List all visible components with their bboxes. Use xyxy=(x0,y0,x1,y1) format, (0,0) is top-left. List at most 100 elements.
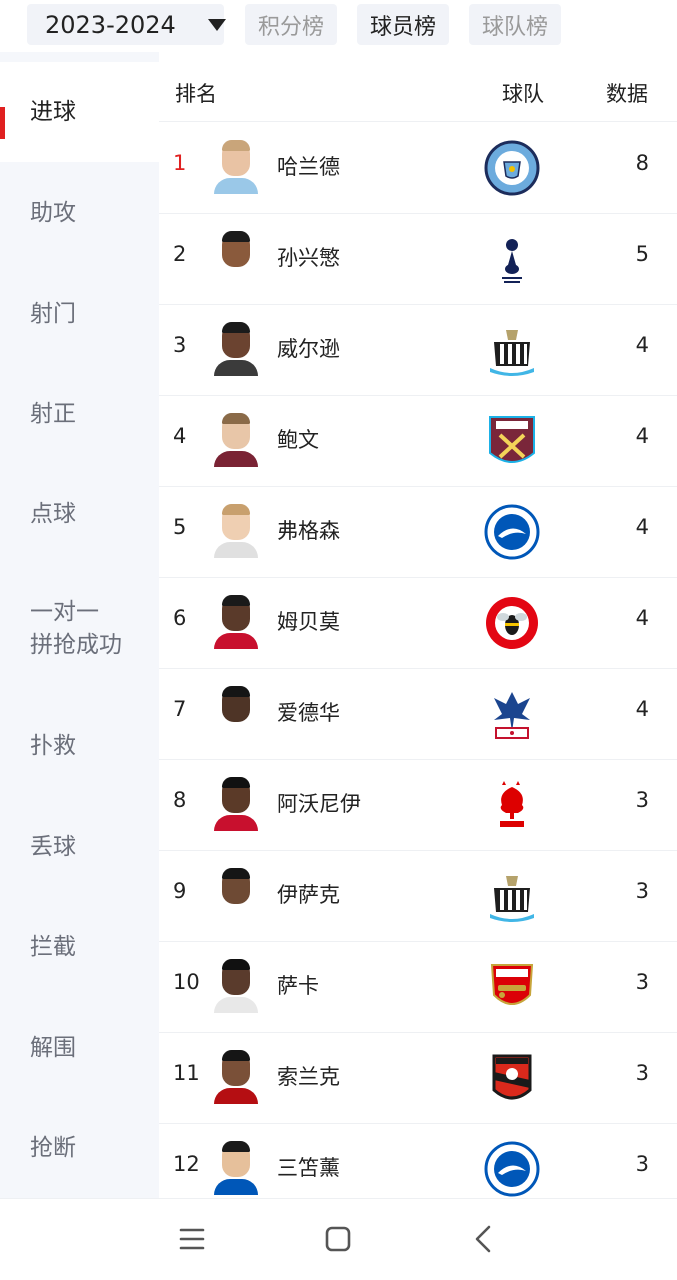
system-nav-bar xyxy=(0,1198,677,1280)
sidebar-item-duels-won[interactable]: 一对一 拼抢成功 xyxy=(0,579,159,679)
season-select[interactable]: 2023-2024 xyxy=(27,4,226,45)
table-row[interactable]: 5 弗格森 4 xyxy=(159,487,677,578)
table-row[interactable]: 1 哈兰德 8 xyxy=(159,123,677,214)
sidebar-item-goals[interactable]: 进球 xyxy=(0,62,159,162)
stat-value: 3 xyxy=(635,970,649,994)
sidebar-item-label: 点球 xyxy=(30,500,76,527)
sidebar-item-shots[interactable]: 射门 xyxy=(0,264,159,364)
sidebar-item-clearances[interactable]: 解围 xyxy=(0,998,159,1098)
stat-value: 3 xyxy=(635,788,649,812)
sidebar-item-goals-conceded[interactable]: 丢球 xyxy=(0,797,159,897)
player-name: 孙兴慜 xyxy=(277,246,340,270)
player-avatar xyxy=(214,504,258,558)
table-row[interactable]: 2 孙兴慜 5 xyxy=(159,214,677,305)
manchester-city-crest-icon xyxy=(484,140,540,196)
newcastle-crest-icon xyxy=(484,868,540,924)
sidebar-item-label: 助攻 xyxy=(30,199,76,226)
table-row[interactable]: 6 姆贝莫 4 xyxy=(159,578,677,669)
stat-value: 8 xyxy=(635,151,649,175)
header-rank: 排名 xyxy=(175,82,217,106)
sidebar-item-label: 扑救 xyxy=(30,732,76,759)
sidebar-item-assists[interactable]: 助攻 xyxy=(0,163,159,263)
season-label: 2023-2024 xyxy=(45,10,176,39)
player-ranking-table: 排名 球队 数据 1 哈兰德 8 2 孙兴慜 5 3 威尔逊 4 4 鲍文 4 5 弗格森 4 6 姆贝莫 4 7 爱… xyxy=(159,52,677,1198)
stat-value: 3 xyxy=(635,879,649,903)
brentford-crest-icon xyxy=(484,595,540,651)
player-avatar xyxy=(214,959,258,1013)
rank-number: 11 xyxy=(173,1061,200,1085)
tab-standings[interactable]: 积分榜 xyxy=(245,4,337,45)
sidebar-item-label: 丢球 xyxy=(30,833,76,860)
player-avatar xyxy=(214,1141,258,1195)
player-name: 三笘薰 xyxy=(277,1156,340,1180)
sidebar-item-interceptions[interactable]: 拦截 xyxy=(0,897,159,997)
sidebar-item-saves[interactable]: 扑救 xyxy=(0,696,159,796)
rank-number: 4 xyxy=(173,424,187,448)
rank-number: 7 xyxy=(173,697,187,721)
stat-value: 5 xyxy=(635,242,649,266)
sidebar-item-label: 射正 xyxy=(30,400,76,427)
sidebar-item-shots-on-target[interactable]: 射正 xyxy=(0,364,159,464)
newcastle-crest-icon xyxy=(484,322,540,378)
rank-number: 10 xyxy=(173,970,200,994)
menu-icon[interactable] xyxy=(174,1221,210,1257)
table-row[interactable]: 3 威尔逊 4 xyxy=(159,305,677,396)
table-row[interactable]: 7 爱德华 4 xyxy=(159,669,677,760)
sidebar-item-label: 抢断 xyxy=(30,1134,76,1161)
stat-value: 4 xyxy=(635,515,649,539)
table-row[interactable]: 4 鲍文 4 xyxy=(159,396,677,487)
sidebar-item-penalties[interactable]: 点球 xyxy=(0,464,159,564)
nottingham-forest-crest-icon xyxy=(484,777,540,833)
player-avatar xyxy=(214,140,258,194)
rank-number: 1 xyxy=(173,151,187,175)
sidebar-item-label: 进球 xyxy=(30,98,76,125)
player-avatar xyxy=(214,595,258,649)
player-name: 伊萨克 xyxy=(277,883,340,907)
table-row[interactable]: 11 索兰克 3 xyxy=(159,1033,677,1124)
tab-player-rankings[interactable]: 球员榜 xyxy=(357,4,449,45)
stat-category-sidebar: 进球 助攻 射门 射正 点球 一对一 拼抢成功 扑救 丢球 拦截 解围 抢断 xyxy=(0,52,159,1198)
table-row[interactable]: 8 阿沃尼伊 3 xyxy=(159,760,677,851)
table-row[interactable]: 12 三笘薰 3 xyxy=(159,1124,677,1198)
player-name: 索兰克 xyxy=(277,1065,340,1089)
crystal-palace-crest-icon xyxy=(484,686,540,742)
player-avatar xyxy=(214,1050,258,1104)
player-name: 哈兰德 xyxy=(277,155,340,179)
player-avatar xyxy=(214,868,258,922)
caret-down-icon xyxy=(208,19,226,31)
brighton-crest-icon xyxy=(484,1141,540,1197)
table-row[interactable]: 10 萨卡 3 xyxy=(159,942,677,1033)
sidebar-item-label: 射门 xyxy=(30,300,76,327)
header-data: 数据 xyxy=(606,82,648,106)
sidebar-item-label: 拦截 xyxy=(30,933,76,960)
rank-number: 12 xyxy=(173,1152,200,1176)
west-ham-crest-icon xyxy=(484,413,540,469)
bournemouth-crest-icon xyxy=(484,1050,540,1106)
stat-value: 3 xyxy=(635,1152,649,1176)
player-avatar xyxy=(214,777,258,831)
player-name: 鲍文 xyxy=(277,428,319,452)
stat-value: 3 xyxy=(635,1061,649,1085)
home-square-icon[interactable] xyxy=(320,1221,356,1257)
player-name: 萨卡 xyxy=(277,974,319,998)
filter-bar: 2023-2024 积分榜 球员榜 球队榜 xyxy=(0,0,677,52)
rank-number: 2 xyxy=(173,242,187,266)
player-name: 爱德华 xyxy=(277,701,340,725)
tab-team-rankings[interactable]: 球队榜 xyxy=(469,4,561,45)
sidebar-item-label: 一对一 拼抢成功 xyxy=(30,599,122,658)
table-row[interactable]: 9 伊萨克 3 xyxy=(159,851,677,942)
player-avatar xyxy=(214,686,258,740)
back-chevron-icon[interactable] xyxy=(466,1221,502,1257)
player-avatar xyxy=(214,413,258,467)
player-name: 弗格森 xyxy=(277,519,340,543)
rank-number: 8 xyxy=(173,788,187,812)
player-avatar xyxy=(214,231,258,285)
player-name: 姆贝莫 xyxy=(277,610,340,634)
player-name: 威尔逊 xyxy=(277,337,340,361)
sidebar-item-tackles[interactable]: 抢断 xyxy=(0,1098,159,1198)
arsenal-crest-icon xyxy=(484,959,540,1015)
table-header: 排名 球队 数据 xyxy=(159,52,677,122)
rank-number: 5 xyxy=(173,515,187,539)
stat-value: 4 xyxy=(635,606,649,630)
sidebar-item-label: 解围 xyxy=(30,1034,76,1061)
